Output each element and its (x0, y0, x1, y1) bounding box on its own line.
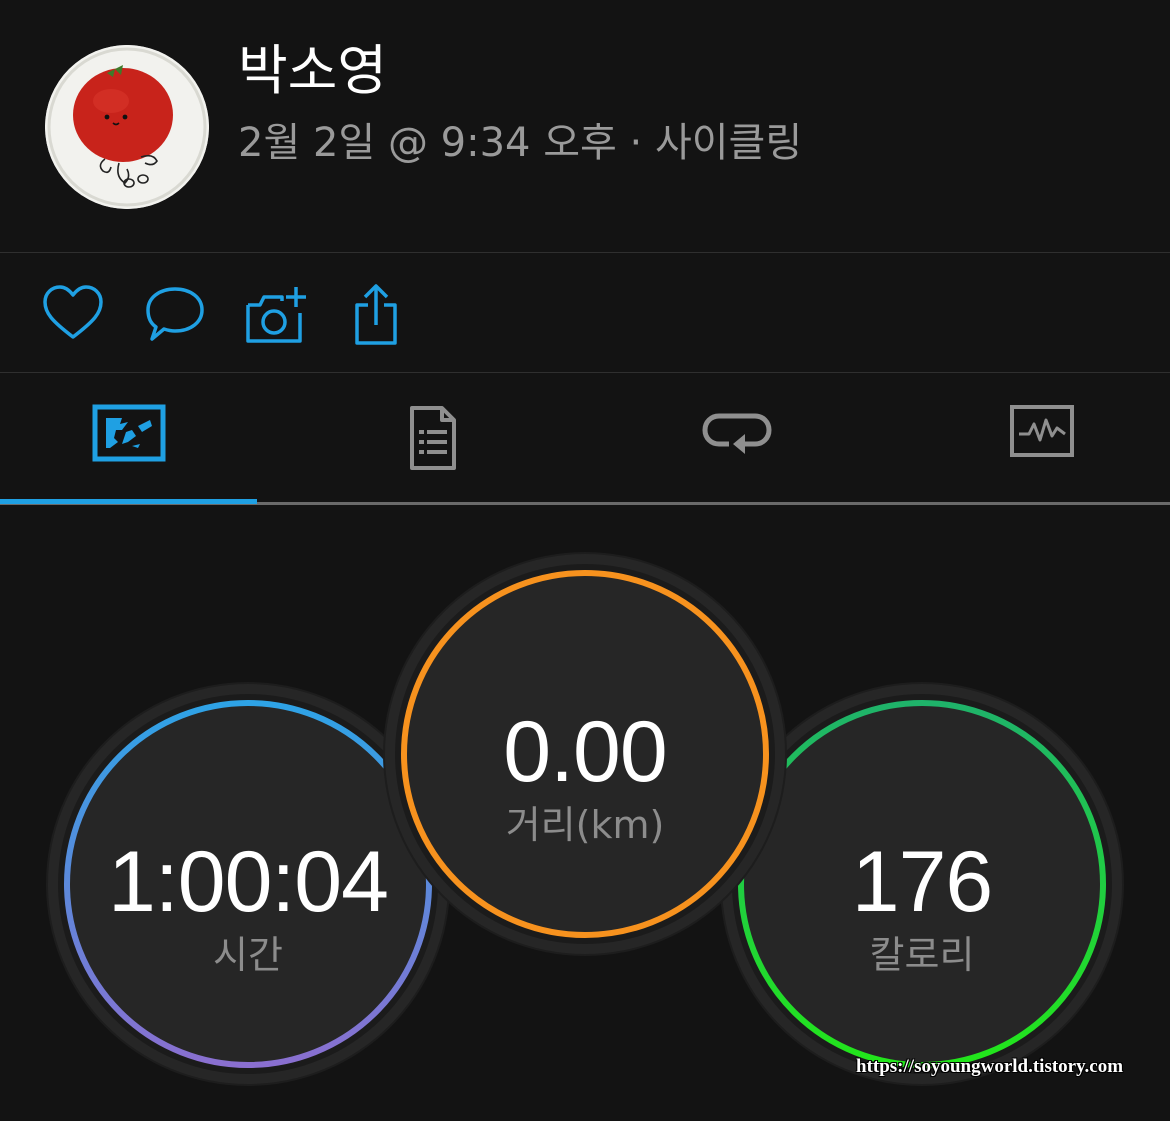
activity-header: 박소영 2월 2일 @ 9:34 오후 · 사이클링 (0, 0, 1170, 252)
time-value: 1:00:04 (108, 834, 389, 930)
avatar[interactable] (45, 45, 209, 209)
calories-label: 칼로리 (869, 933, 975, 977)
actions-divider (0, 372, 1170, 373)
distance-value: 0.00 (503, 704, 667, 800)
camera-add-icon (246, 287, 306, 343)
activity-tabs (0, 374, 1170, 506)
comment-icon (146, 287, 204, 341)
share-icon (355, 284, 397, 345)
activity-time: 9:34 오후 (440, 120, 617, 166)
at-symbol: @ (387, 120, 428, 166)
tab-laps[interactable] (610, 374, 864, 502)
add-photo-button[interactable] (244, 283, 308, 347)
calories-stat-circle[interactable]: 176 칼로리 (732, 694, 1112, 1074)
calories-value: 176 (851, 834, 994, 930)
tomato-avatar-icon (45, 45, 209, 209)
distance-label: 거리(km) (505, 803, 665, 847)
distance-stat-circle[interactable]: 0.00 거리(km) (395, 564, 775, 944)
time-label: 시간 (213, 933, 283, 977)
tab-overview[interactable] (0, 374, 257, 502)
map-overview-icon (92, 404, 165, 462)
comment-button[interactable] (144, 283, 208, 347)
charts-icon (1010, 405, 1074, 457)
watermark: https://soyoungworld.tistory.com (856, 1056, 1124, 1077)
action-bar (0, 253, 1170, 372)
like-button[interactable] (42, 283, 106, 347)
tab-details[interactable] (307, 374, 559, 502)
share-button[interactable] (348, 283, 412, 347)
heart-icon (43, 285, 103, 339)
tab-active-indicator (0, 499, 257, 504)
activity-type: 사이클링 (654, 120, 803, 166)
details-list-icon (410, 406, 456, 470)
user-name[interactable]: 박소영 (238, 36, 387, 106)
laps-icon (702, 413, 772, 454)
tab-charts[interactable] (914, 374, 1170, 502)
time-stat-circle[interactable]: 1:00:04 시간 (58, 694, 438, 1074)
meta-separator: · (629, 120, 643, 166)
activity-date: 2월 2일 (238, 120, 376, 166)
activity-meta: 2월 2일 @ 9:34 오후 · 사이클링 (238, 115, 802, 171)
